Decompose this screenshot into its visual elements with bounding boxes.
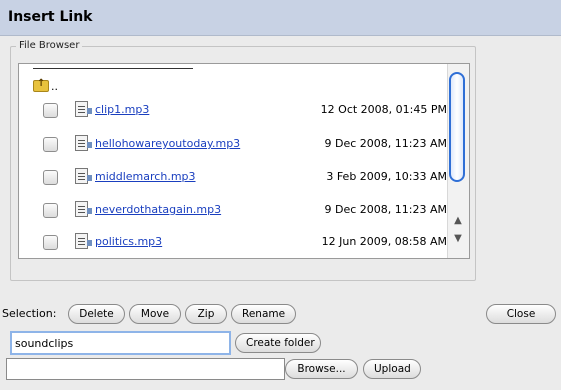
file-link[interactable]: hellohowareyoutoday.mp3	[95, 137, 240, 150]
file-date: 3 Feb 2009, 10:33 AM	[326, 170, 447, 183]
file-row: politics.mp3 12 Jun 2009, 08:58 AM	[19, 232, 447, 252]
parent-directory-item[interactable]: ..	[33, 78, 58, 94]
file-row: neverdothatagain.mp3 9 Dec 2008, 11:23 A…	[19, 200, 447, 220]
close-button[interactable]: Close	[486, 304, 556, 324]
parent-directory-label: ..	[51, 79, 58, 93]
browse-button[interactable]: Browse...	[285, 359, 358, 379]
folder-name-input[interactable]	[10, 331, 231, 355]
file-checkbox[interactable]	[43, 137, 58, 152]
file-checkbox[interactable]	[43, 170, 58, 185]
file-link[interactable]: middlemarch.mp3	[95, 170, 196, 183]
upload-button[interactable]: Upload	[363, 359, 421, 379]
audio-file-icon	[75, 201, 92, 217]
dialog-titlebar: Insert Link	[0, 0, 561, 36]
audio-file-icon	[75, 101, 92, 117]
scroll-up-icon[interactable]: ▲	[451, 214, 465, 228]
file-link[interactable]: politics.mp3	[95, 235, 162, 248]
file-row: clip1.mp3 12 Oct 2008, 01:45 PM	[19, 100, 447, 120]
audio-file-icon	[75, 135, 92, 151]
upload-file-input[interactable]	[6, 358, 285, 380]
file-browser-legend: File Browser	[16, 40, 83, 51]
file-date: 12 Jun 2009, 08:58 AM	[321, 235, 447, 248]
dialog-title: Insert Link	[8, 9, 93, 25]
file-date: 12 Oct 2008, 01:45 PM	[320, 103, 447, 116]
selection-label: Selection:	[2, 307, 57, 320]
audio-file-icon	[75, 168, 92, 184]
scroll-down-icon[interactable]: ▼	[451, 232, 465, 246]
file-date: 9 Dec 2008, 11:23 AM	[324, 203, 447, 216]
rename-button[interactable]: Rename	[231, 304, 296, 324]
file-checkbox[interactable]	[43, 203, 58, 218]
list-divider	[33, 68, 193, 69]
create-folder-button[interactable]: Create folder	[235, 333, 321, 353]
file-row: middlemarch.mp3 3 Feb 2009, 10:33 AM	[19, 167, 447, 187]
file-checkbox[interactable]	[43, 103, 58, 118]
scrollbar-thumb[interactable]	[449, 72, 465, 182]
delete-button[interactable]: Delete	[68, 304, 125, 324]
file-link[interactable]: neverdothatagain.mp3	[95, 203, 221, 216]
audio-file-icon	[75, 233, 92, 249]
file-row: hellohowareyoutoday.mp3 9 Dec 2008, 11:2…	[19, 134, 447, 154]
folder-up-icon	[33, 78, 49, 92]
zip-button[interactable]: Zip	[185, 304, 227, 324]
file-date: 9 Dec 2008, 11:23 AM	[324, 137, 447, 150]
file-link[interactable]: clip1.mp3	[95, 103, 149, 116]
file-list[interactable]: .. clip1.mp3 12 Oct 2008, 01:45 PM hello…	[18, 63, 470, 259]
file-checkbox[interactable]	[43, 235, 58, 250]
move-button[interactable]: Move	[129, 304, 181, 324]
